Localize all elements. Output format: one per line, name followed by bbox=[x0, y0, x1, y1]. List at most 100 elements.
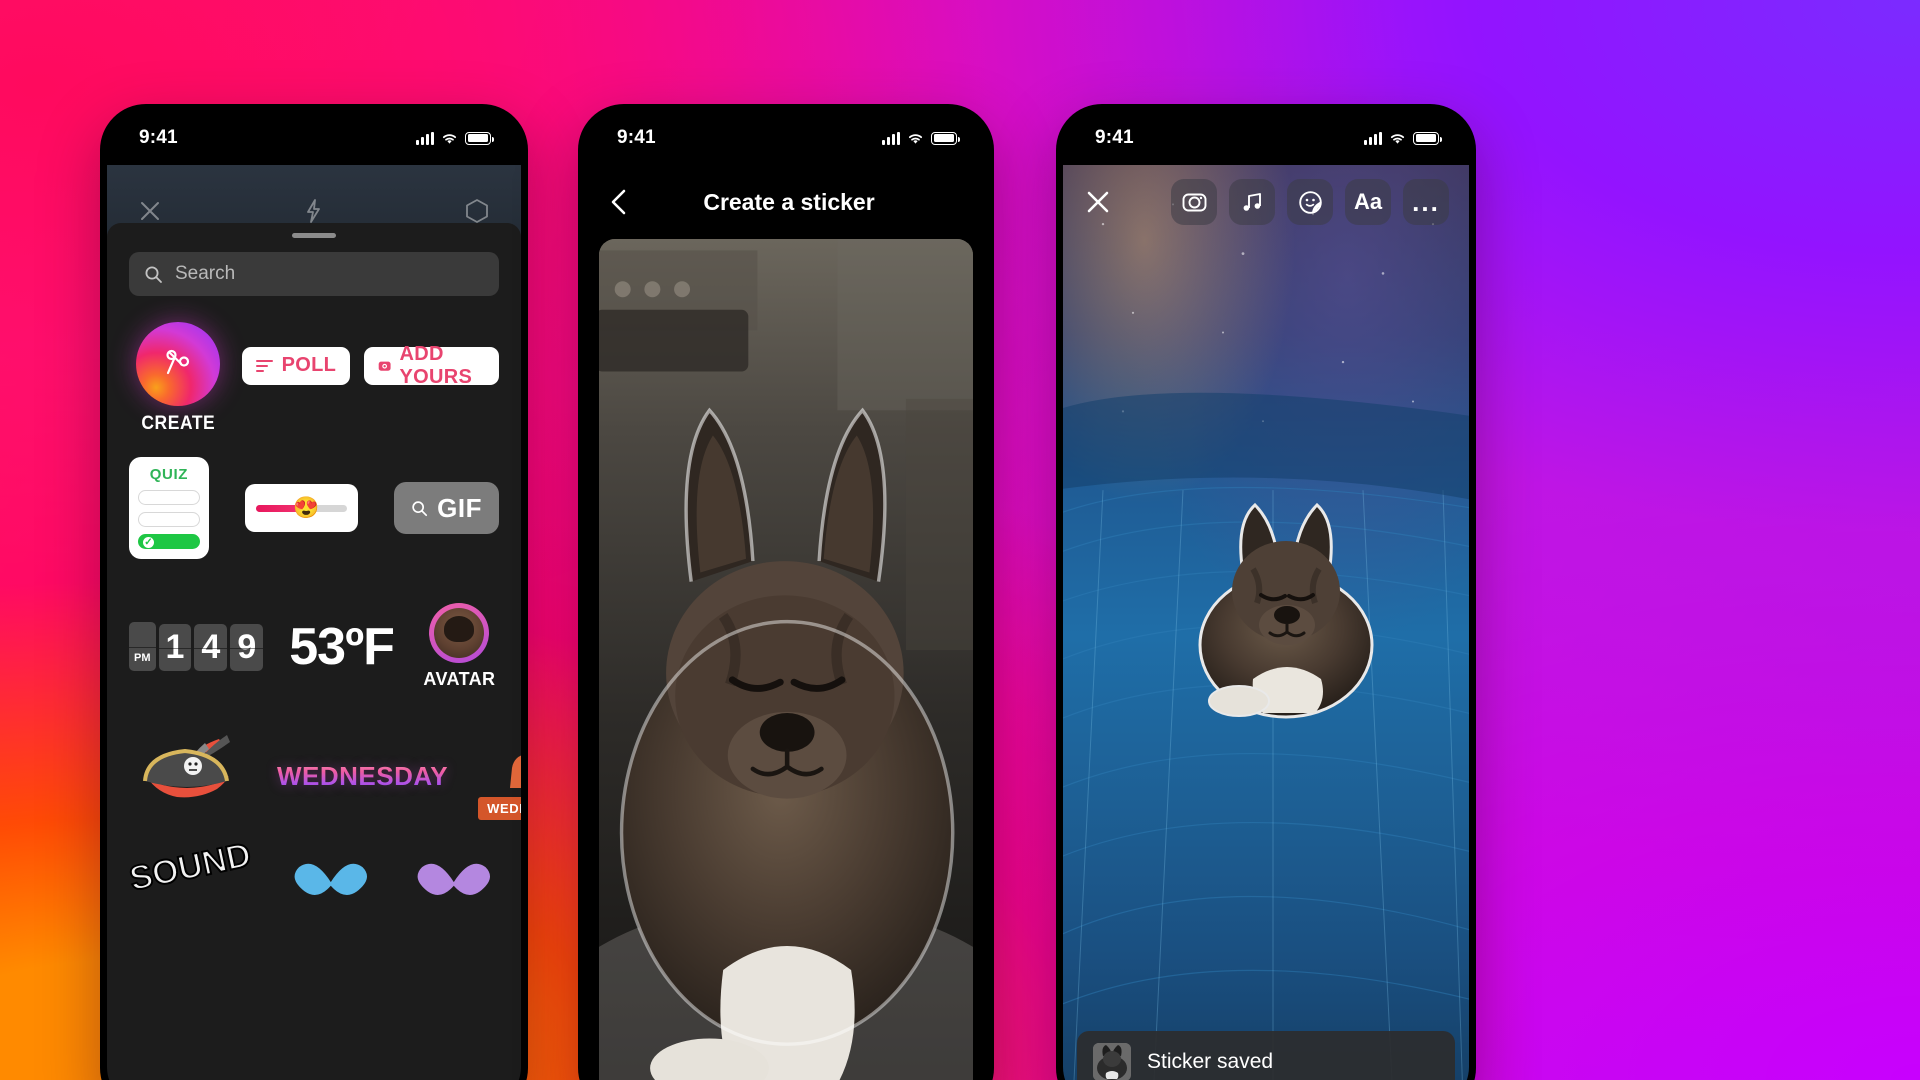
avatar bbox=[429, 603, 490, 663]
quiz-sticker-button[interactable]: QUIZ bbox=[129, 457, 209, 559]
camera-button[interactable] bbox=[1171, 179, 1217, 225]
dog-sticker-image bbox=[1198, 502, 1374, 719]
close-icon[interactable] bbox=[1083, 187, 1113, 217]
poll-label: POLL bbox=[281, 354, 337, 376]
status-time: 9:41 bbox=[139, 127, 178, 148]
wednesday-text-sticker[interactable]: WEDNESDAY bbox=[277, 761, 448, 792]
countdown-ampm: PM bbox=[129, 622, 156, 671]
cellular-signal-icon bbox=[1364, 131, 1382, 145]
temperature-sticker-button[interactable]: 53ºF bbox=[289, 617, 395, 677]
status-icons bbox=[1364, 131, 1442, 145]
countdown-digit: 4 bbox=[194, 624, 228, 671]
phone-left: 9:41 Search CREATE POLL ADD YOURS QUIZ ✓… bbox=[100, 104, 528, 1080]
battery-icon bbox=[931, 131, 960, 145]
more-options-icon: ... bbox=[1412, 187, 1440, 217]
slider-track: 😍 bbox=[255, 498, 348, 519]
scissors-icon bbox=[166, 349, 190, 375]
poll-sticker-button[interactable]: POLL bbox=[241, 346, 351, 385]
camel-wednesday-label: WEDNESDAY bbox=[478, 797, 521, 820]
camel-icon bbox=[509, 755, 521, 788]
story-toolbar: Aa ... bbox=[1063, 173, 1469, 231]
quiz-option bbox=[138, 512, 200, 527]
phone-left-screen: 9:41 Search CREATE POLL ADD YOURS QUIZ ✓… bbox=[107, 111, 521, 1080]
phone-right: 9:41 Aa ... Sticker saved bbox=[1056, 104, 1476, 1080]
sticker-button[interactable] bbox=[1287, 179, 1333, 225]
photo-content bbox=[599, 239, 973, 1080]
search-icon bbox=[145, 266, 162, 283]
camera-icon bbox=[1182, 193, 1206, 212]
avatar-sticker-button[interactable]: AVATAR bbox=[420, 603, 499, 690]
sticker-smiley-icon bbox=[1298, 190, 1322, 214]
drag-handle[interactable] bbox=[292, 233, 336, 238]
french-bulldog-photo[interactable] bbox=[599, 239, 973, 1080]
status-icons bbox=[416, 131, 494, 145]
create-sticker-button[interactable]: CREATE bbox=[129, 322, 228, 435]
add-yours-label: ADD YOURS bbox=[399, 342, 473, 388]
phone-center-screen: 9:41 Create a sticker bbox=[585, 111, 987, 1080]
tray-row-4: WEDNESDAY WEDNESDAY bbox=[129, 732, 521, 820]
music-button[interactable] bbox=[1229, 179, 1275, 225]
status-time: 9:41 bbox=[617, 127, 656, 148]
dog-thumbnail-image bbox=[1093, 1043, 1131, 1080]
toast-message: Sticker saved bbox=[1147, 1050, 1274, 1073]
phone-center: 9:41 Create a sticker bbox=[578, 104, 994, 1080]
countdown-digit: 9 bbox=[230, 624, 264, 671]
text-button[interactable]: Aa bbox=[1345, 179, 1391, 225]
quiz-title: QUIZ bbox=[149, 466, 189, 483]
status-time: 9:41 bbox=[1095, 127, 1134, 148]
quiz-option bbox=[138, 490, 200, 505]
phone-right-screen: 9:41 Aa ... Sticker saved bbox=[1063, 111, 1469, 1080]
background-stage: 9:41 Search CREATE POLL ADD YOURS QUIZ ✓… bbox=[0, 0, 1920, 1080]
purple-butterfly-sticker[interactable] bbox=[409, 848, 499, 918]
pirate-hat-sticker[interactable] bbox=[129, 733, 247, 819]
create-circle bbox=[136, 322, 221, 406]
create-sticker-header: Create a sticker bbox=[585, 165, 987, 239]
gif-sticker-button[interactable]: GIF bbox=[394, 482, 499, 534]
text-aa-icon: Aa bbox=[1353, 189, 1383, 214]
search-icon bbox=[412, 500, 428, 516]
poll-bars-icon bbox=[255, 359, 273, 372]
close-icon[interactable] bbox=[137, 198, 163, 224]
toolbar-buttons: Aa ... bbox=[1171, 179, 1449, 225]
camel-wednesday-sticker[interactable]: WEDNESDAY bbox=[478, 732, 521, 820]
status-bar-left: 9:41 bbox=[107, 111, 521, 165]
gif-label: GIF bbox=[437, 492, 482, 523]
battery-icon bbox=[1413, 131, 1442, 145]
cellular-signal-icon bbox=[416, 131, 434, 145]
more-options-button[interactable]: ... bbox=[1403, 179, 1449, 225]
create-label: CREATE bbox=[141, 413, 216, 434]
wifi-icon bbox=[1390, 133, 1405, 144]
avatar-label: AVATAR bbox=[423, 669, 496, 689]
status-icons bbox=[882, 131, 960, 145]
quiz-option-correct bbox=[138, 534, 200, 549]
tray-row-2: QUIZ 😍 bbox=[129, 457, 499, 559]
search-placeholder: Search bbox=[175, 263, 236, 284]
camera-icon bbox=[378, 361, 391, 371]
hexagon-icon[interactable] bbox=[463, 197, 491, 225]
status-bar-right: 9:41 bbox=[1063, 111, 1469, 165]
add-yours-sticker-button[interactable]: ADD YOURS bbox=[364, 343, 499, 388]
avatar-face bbox=[434, 608, 485, 658]
battery-icon bbox=[465, 131, 494, 145]
tray-row-1: CREATE POLL ADD YOURS bbox=[129, 322, 499, 435]
page-title: Create a sticker bbox=[703, 188, 875, 215]
wifi-icon bbox=[442, 133, 457, 144]
sticker-tray: Search CREATE POLL ADD YOURS QUIZ ✓ 😍 GI… bbox=[107, 223, 521, 1080]
sticker-saved-toast: Sticker saved bbox=[1077, 1031, 1455, 1080]
music-note-icon bbox=[1243, 193, 1261, 211]
blue-butterfly-sticker[interactable] bbox=[286, 848, 376, 918]
dog-sticker[interactable] bbox=[1181, 495, 1391, 725]
wifi-icon bbox=[908, 133, 923, 144]
status-bar-center: 9:41 bbox=[585, 111, 987, 165]
sound-text-sticker[interactable]: SOUND bbox=[125, 835, 255, 900]
lightning-bolt-icon[interactable] bbox=[301, 197, 325, 225]
slider-sticker-button[interactable]: 😍 bbox=[244, 484, 359, 532]
search-input[interactable]: Search bbox=[129, 252, 499, 296]
cellular-signal-icon bbox=[882, 131, 900, 145]
sound-label: SOUND bbox=[125, 835, 255, 900]
story-canvas[interactable]: Aa ... Sticker saved bbox=[1063, 165, 1469, 1080]
tray-row-3: PM 1 4 9 53ºF AVATAR bbox=[129, 603, 499, 690]
countdown-digit: 1 bbox=[158, 624, 192, 671]
dog-thumbnail-icon bbox=[1093, 1043, 1131, 1080]
countdown-sticker-button[interactable]: PM 1 4 9 bbox=[129, 622, 264, 671]
